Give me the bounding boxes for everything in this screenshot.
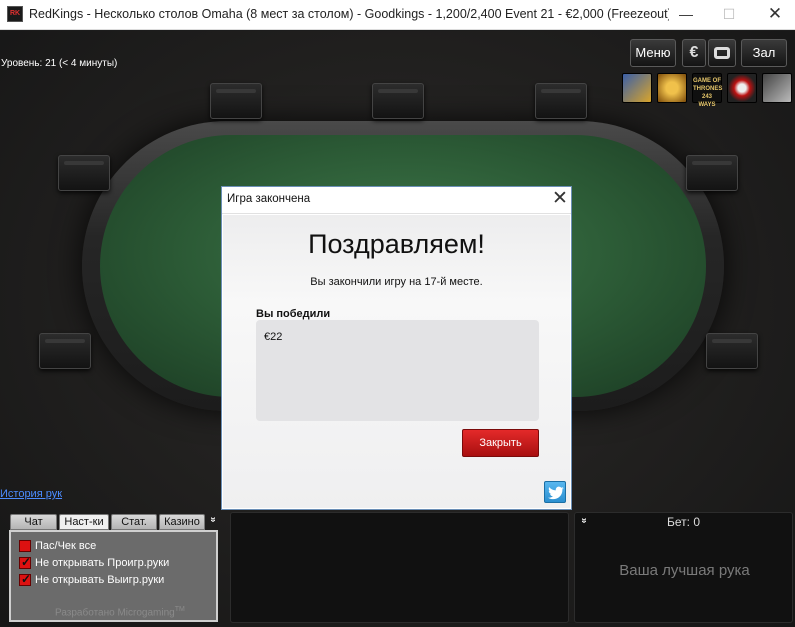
window-title: RedKings - Несколько столов Omaha (8 мес… xyxy=(29,7,669,21)
empty-seat[interactable] xyxy=(686,155,738,191)
tab-chat[interactable]: Чат xyxy=(10,514,57,530)
dialog-title: Игра закончена xyxy=(227,193,311,205)
empty-seat[interactable] xyxy=(372,83,424,119)
blind-level-text: Уровень: 21 (< 4 минуты) xyxy=(1,58,118,69)
empty-seat[interactable] xyxy=(39,333,91,369)
dialog-body: Поздравляем! Вы закончили игру на 17-й м… xyxy=(223,215,570,508)
tab-settings[interactable]: Наст-ки xyxy=(59,514,109,530)
app-logo-icon: RK xyxy=(7,6,23,22)
currency-euro-button[interactable]: € xyxy=(682,39,706,67)
trademark: TM xyxy=(174,606,185,613)
dialog-header: Игра закончена ✕ xyxy=(222,187,571,214)
checkbox[interactable] xyxy=(19,540,31,552)
checkbox-checked[interactable]: ✓ xyxy=(19,572,32,586)
slot-game-icon[interactable] xyxy=(622,73,652,103)
finish-place-text: Вы закончили игру на 17-й месте. xyxy=(310,276,483,288)
winnings-box: €22 xyxy=(256,320,539,421)
twitter-share-icon[interactable] xyxy=(544,481,566,503)
settings-options: Пас/Чек все ✓ Не открывать Проигр.руки ✓… xyxy=(9,530,218,622)
developer-credit: Разработано MicrogamingTM xyxy=(55,606,185,618)
poker-table-area: Уровень: 21 (< 4 минуты) Меню € Зал GAME… xyxy=(0,31,795,627)
roulette-game-icon[interactable] xyxy=(727,73,757,103)
window-close-button[interactable]: ✕ xyxy=(752,0,795,30)
empty-seat[interactable] xyxy=(706,333,758,369)
empty-seat[interactable] xyxy=(58,155,110,191)
bet-info-panel: » Бет: 0 Ваша лучшая рука xyxy=(574,512,793,623)
collapse-chevron-icon[interactable]: » xyxy=(578,518,589,524)
option-label: Не открывать Проигр.руки xyxy=(35,557,170,569)
slot-game-icon[interactable] xyxy=(657,73,687,103)
menu-button[interactable]: Меню xyxy=(630,39,676,67)
collapse-chevron-icon[interactable]: » xyxy=(207,517,218,523)
best-hand-text: Ваша лучшая рука xyxy=(619,562,750,579)
lobby-button[interactable]: Зал xyxy=(741,39,787,67)
cashier-icon xyxy=(714,47,730,59)
winnings-label: Вы победили xyxy=(256,308,331,320)
checkmark-icon: ✓ xyxy=(21,555,32,569)
congrats-heading: Поздравляем! xyxy=(308,229,485,259)
dialog-close-icon[interactable]: ✕ xyxy=(550,189,570,209)
winnings-value: €22 xyxy=(264,331,283,343)
tab-casino[interactable]: Казино xyxy=(159,514,205,530)
checkbox-checked[interactable]: ✓ xyxy=(19,555,32,569)
option-label: Пас/Чек все xyxy=(35,540,97,552)
game-over-dialog: Игра закончена ✕ Поздравляем! Вы закончи… xyxy=(221,186,572,510)
empty-seat[interactable] xyxy=(535,83,587,119)
panel-tabs: Чат Наст-ки Стат. Казино » xyxy=(10,514,222,530)
cashier-button[interactable] xyxy=(708,39,736,67)
option-label: Не открывать Выигр.руки xyxy=(35,574,165,586)
bet-amount: Бет: 0 xyxy=(667,515,700,529)
settings-panel: Чат Наст-ки Стат. Казино » Пас/Чек все ✓… xyxy=(7,512,222,627)
developer-text: Разработано Microgaming xyxy=(55,607,175,619)
game-of-thrones-slot-icon[interactable]: GAME OF THRONES 243 WAYS xyxy=(692,73,722,108)
tab-stats[interactable]: Стат. xyxy=(111,514,157,530)
close-button[interactable]: Закрыть xyxy=(462,429,539,457)
checkmark-icon: ✓ xyxy=(21,572,32,586)
dice-game-icon[interactable] xyxy=(762,73,792,103)
empty-seat[interactable] xyxy=(210,83,262,119)
title-bar: RK RedKings - Несколько столов Omaha (8 … xyxy=(0,0,795,30)
action-panel xyxy=(230,512,569,623)
maximize-button[interactable]: ☐ xyxy=(706,0,752,30)
hand-history-link[interactable]: История рук xyxy=(0,488,62,500)
minimize-button[interactable]: — xyxy=(663,0,709,30)
